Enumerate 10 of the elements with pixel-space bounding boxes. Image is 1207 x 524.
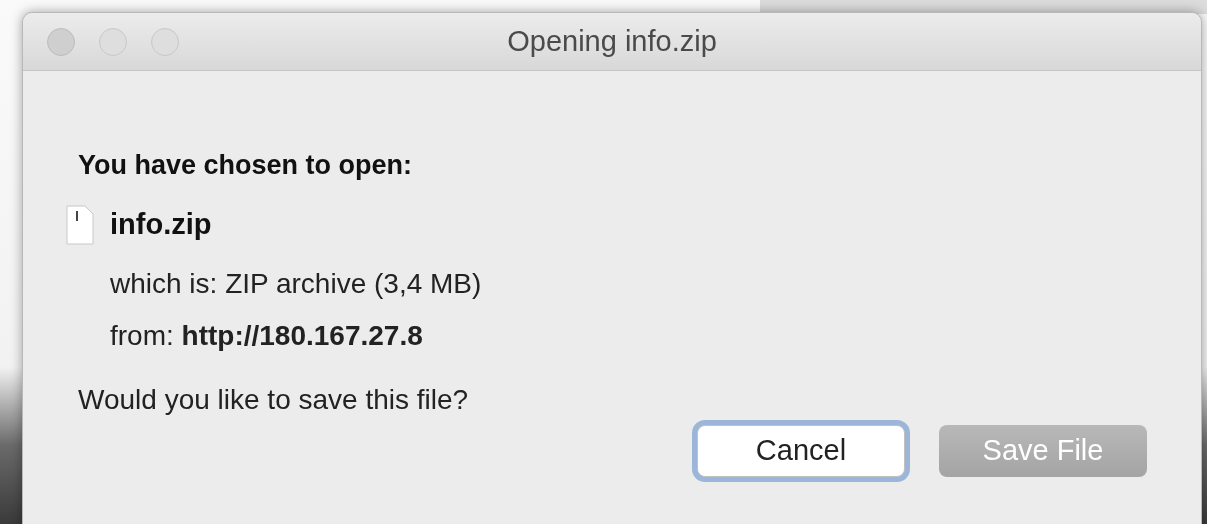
heading: You have chosen to open: <box>78 149 414 181</box>
window-title: Opening info.zip <box>507 24 717 60</box>
question: Would you like to save this file? <box>78 382 470 417</box>
file-detail: which is: ZIP archive (3,4 MB) <box>110 266 483 301</box>
file-icon <box>66 204 94 245</box>
file-detail: from: http://180.167.27.8 <box>110 318 424 353</box>
minimize-button[interactable] <box>99 27 127 56</box>
file-name: info.zip <box>110 207 212 242</box>
zoom-button[interactable] <box>151 27 179 56</box>
close-button[interactable] <box>47 27 75 56</box>
